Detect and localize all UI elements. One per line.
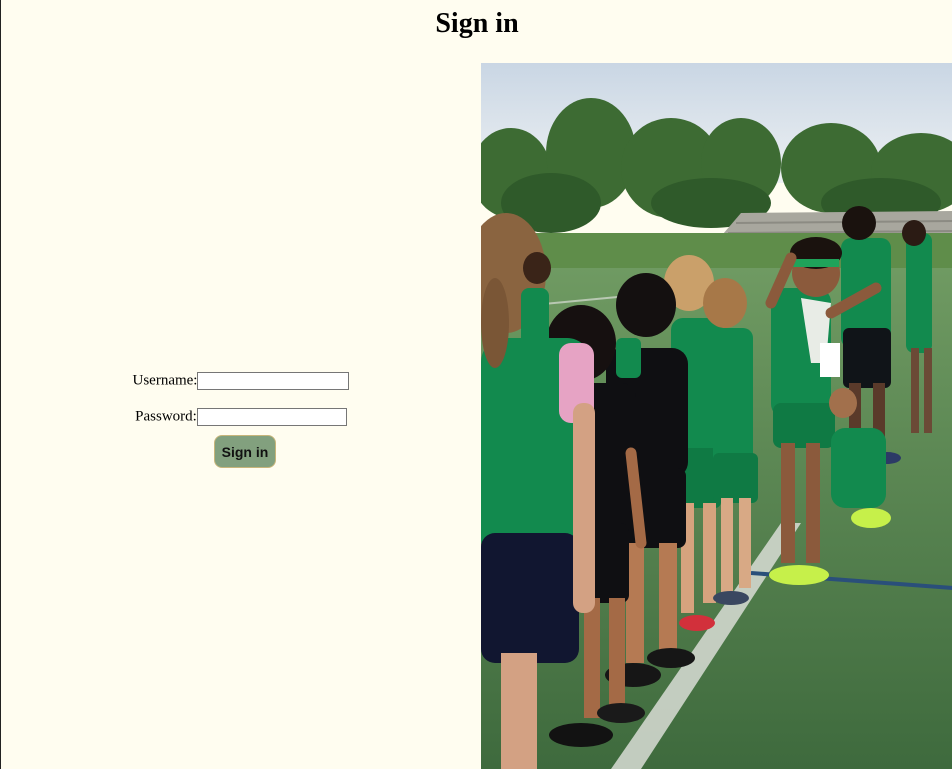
page-title: Sign in: [435, 8, 519, 39]
password-row: Password:: [1, 408, 481, 426]
sign-in-button[interactable]: Sign in: [214, 435, 276, 468]
athletes-photo-image: [481, 63, 952, 769]
sign-in-page: Sign in Username: Password: Sign in: [0, 0, 952, 769]
password-input[interactable]: [196, 408, 347, 426]
sign-in-form: Username: Password: Sign in: [1, 63, 481, 769]
hero-photo: [481, 63, 952, 769]
username-label: Username:: [132, 372, 198, 389]
username-input[interactable]: [197, 372, 350, 390]
password-label: Password:: [135, 408, 197, 425]
username-row: Username:: [1, 372, 481, 390]
